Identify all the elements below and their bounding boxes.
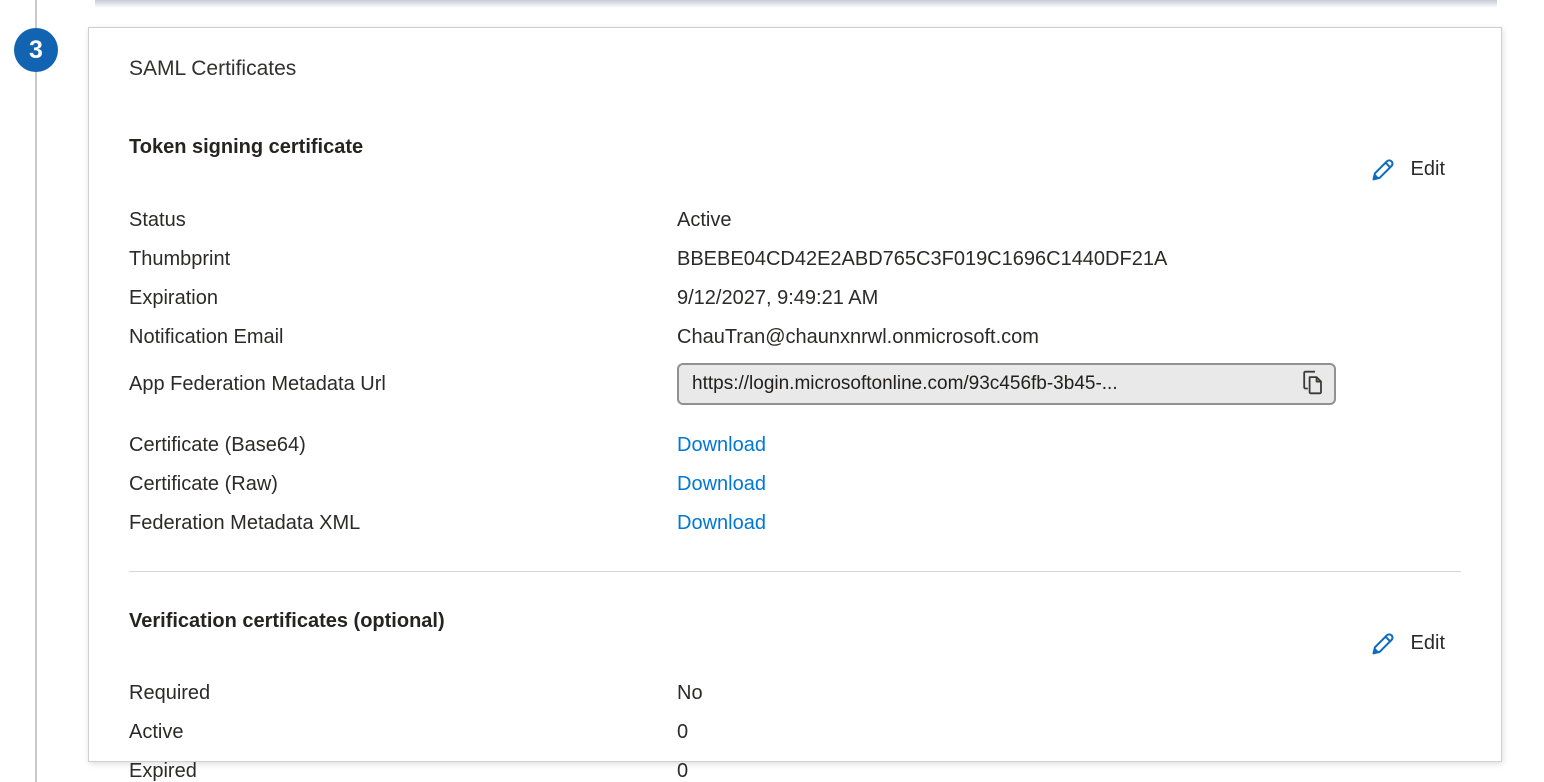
required-row: Required No xyxy=(129,674,1461,713)
step-connector-line xyxy=(35,0,37,782)
pencil-icon xyxy=(1368,153,1398,186)
saml-sso-page-section: 3 SAML Certificates Token signing certif… xyxy=(0,0,1544,782)
step-number: 3 xyxy=(29,38,43,63)
notification-email-row: Notification Email ChauTran@chaunxnrwl.o… xyxy=(129,318,1461,357)
edit-token-signing-certificate-button[interactable]: Edit xyxy=(1362,152,1461,187)
certificate-raw-row: Certificate (Raw) Download xyxy=(129,465,1461,504)
section-divider xyxy=(129,571,1461,572)
certificate-raw-label: Certificate (Raw) xyxy=(129,465,677,504)
expiration-row: Expiration 9/12/2027, 9:49:21 AM xyxy=(129,279,1461,318)
pencil-icon xyxy=(1368,627,1398,660)
notification-email-value: ChauTran@chaunxnrwl.onmicrosoft.com xyxy=(677,318,1461,357)
copy-icon xyxy=(1300,369,1324,399)
status-value: Active xyxy=(677,201,1461,240)
download-certificate-base64-link[interactable]: Download xyxy=(677,434,766,456)
app-federation-metadata-url-row: App Federation Metadata Url https://logi… xyxy=(129,357,1461,411)
step-number-badge: 3 xyxy=(14,28,58,72)
certificate-base64-label: Certificate (Base64) xyxy=(129,426,677,465)
card-title: SAML Certificates xyxy=(129,56,1461,82)
saml-certificates-card: SAML Certificates Token signing certific… xyxy=(88,27,1502,762)
expiration-value: 9/12/2027, 9:49:21 AM xyxy=(677,279,1461,318)
active-label: Active xyxy=(129,713,677,752)
app-federation-metadata-url-label: App Federation Metadata Url xyxy=(129,373,677,396)
thumbprint-value: BBEBE04CD42E2ABD765C3F019C1696C1440DF21A xyxy=(677,240,1461,279)
expired-label: Expired xyxy=(129,752,677,782)
download-federation-metadata-xml-link[interactable]: Download xyxy=(677,512,766,534)
app-federation-metadata-url-value: https://login.microsoftonline.com/93c456… xyxy=(692,373,1290,395)
certificate-base64-row: Certificate (Base64) Download xyxy=(129,426,1461,465)
app-federation-metadata-url-field[interactable]: https://login.microsoftonline.com/93c456… xyxy=(677,363,1336,405)
edit-verification-certificates-button[interactable]: Edit xyxy=(1362,626,1461,661)
thumbprint-row: Thumbprint BBEBE04CD42E2ABD765C3F019C169… xyxy=(129,240,1461,279)
federation-metadata-xml-label: Federation Metadata XML xyxy=(129,504,677,543)
expired-value: 0 xyxy=(677,752,1461,782)
download-certificate-raw-link[interactable]: Download xyxy=(677,473,766,495)
thumbprint-label: Thumbprint xyxy=(129,240,677,279)
federation-metadata-xml-row: Federation Metadata XML Download xyxy=(129,504,1461,543)
required-value: No xyxy=(677,674,1461,713)
previous-card-shadow xyxy=(95,0,1497,8)
token-signing-certificate-heading: Token signing certificate xyxy=(129,134,363,160)
status-row: Status Active xyxy=(129,201,1461,240)
active-row: Active 0 xyxy=(129,713,1461,752)
active-value: 0 xyxy=(677,713,1461,752)
verification-certificates-heading: Verification certificates (optional) xyxy=(129,608,445,634)
expiration-label: Expiration xyxy=(129,279,677,318)
copy-button[interactable] xyxy=(1300,369,1324,399)
expired-row: Expired 0 xyxy=(129,752,1461,782)
edit-button-label: Edit xyxy=(1411,632,1445,655)
edit-button-label: Edit xyxy=(1411,158,1445,181)
notification-email-label: Notification Email xyxy=(129,318,677,357)
status-label: Status xyxy=(129,201,677,240)
required-label: Required xyxy=(129,674,677,713)
